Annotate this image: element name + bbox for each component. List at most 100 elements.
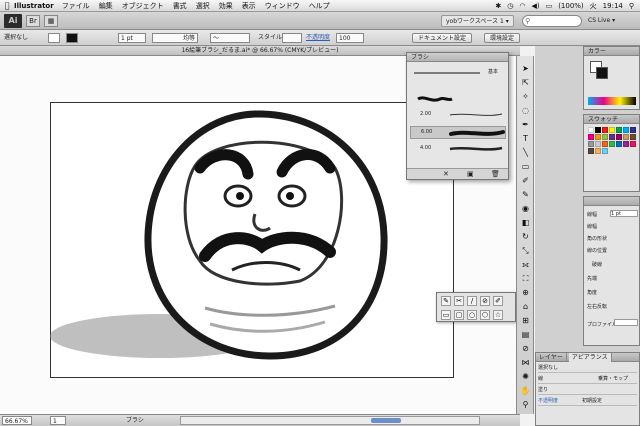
battery-icon[interactable]: ▭ <box>546 2 553 10</box>
eraser-tool-icon[interactable]: ◧ <box>519 216 532 229</box>
app-menu[interactable]: Illustrator <box>14 2 54 10</box>
width-tool-icon[interactable]: ⟗ <box>519 258 532 271</box>
stroke-weight-field[interactable]: 1 pt <box>118 33 146 43</box>
swatch[interactable] <box>588 134 594 140</box>
fill-swatch[interactable] <box>48 33 60 43</box>
opacity-label[interactable]: 不透明度 <box>306 33 330 43</box>
lasso-tool-icon[interactable]: ◌ <box>519 104 532 117</box>
knife-tool-icon[interactable]: / <box>467 296 477 306</box>
apple-icon[interactable]:  <box>0 1 14 10</box>
volume-icon[interactable]: ◀) <box>531 2 539 10</box>
menu-effect[interactable]: 効果 <box>219 1 233 11</box>
graphic-style-picker[interactable] <box>282 33 302 43</box>
swatch[interactable] <box>588 141 594 147</box>
scale-tool-icon[interactable]: ⤡ <box>519 244 532 257</box>
rectangle-tool-icon[interactable]: ▭ <box>441 310 451 320</box>
menu-file[interactable]: ファイル <box>62 1 90 11</box>
menu-edit[interactable]: 編集 <box>99 1 113 11</box>
swatch[interactable] <box>602 148 608 154</box>
stroke-panel-tabs[interactable] <box>584 197 639 206</box>
stroke-swatch[interactable] <box>66 33 78 43</box>
line-tool-icon[interactable]: ╲ <box>519 146 532 159</box>
gradient-tool-icon[interactable]: ▤ <box>519 328 532 341</box>
stroke-weight-input[interactable]: 1 pt <box>610 210 638 217</box>
brush-item-2[interactable]: 6.00 <box>410 126 506 139</box>
blob-brush-tool-icon[interactable]: ◉ <box>519 202 532 215</box>
menu-view[interactable]: 表示 <box>242 1 256 11</box>
rotate-tool-icon[interactable]: ↻ <box>519 230 532 243</box>
color-panel-title[interactable]: カラー <box>584 47 639 56</box>
opacity-field[interactable]: 100 <box>336 33 364 43</box>
appearance-row-opacity[interactable]: 不透明度 初期設定 <box>538 396 637 406</box>
shape-builder-tool-icon[interactable]: ⊕ <box>519 286 532 299</box>
pencil-tool-icon[interactable]: ✎ <box>441 296 451 306</box>
swatch[interactable] <box>623 127 629 133</box>
wifi-icon[interactable]: ◠ <box>519 2 525 10</box>
swatch[interactable] <box>623 134 629 140</box>
scissors-tool-icon[interactable]: ✂ <box>454 296 464 306</box>
menu-object[interactable]: オブジェクト <box>122 1 164 11</box>
type-tool-icon[interactable]: T <box>519 132 532 145</box>
swatch[interactable] <box>616 127 622 133</box>
brush-panel-title[interactable]: ブラシ <box>407 53 508 62</box>
swatch[interactable] <box>595 134 601 140</box>
ellipse-tool-icon[interactable]: ○ <box>467 310 477 320</box>
paintbrush-tool-icon[interactable]: ✐ <box>519 174 532 187</box>
swatch[interactable] <box>623 141 629 147</box>
star-tool-icon[interactable]: ☆ <box>493 310 503 320</box>
brush-item-1[interactable]: 2.00 <box>410 109 506 122</box>
rounded-rect-tool-icon[interactable]: ▢ <box>454 310 464 320</box>
brush-definition[interactable]: 〜 <box>210 33 250 43</box>
swatch[interactable] <box>602 141 608 147</box>
bridge-icon[interactable]: Br <box>26 14 40 27</box>
time-machine-icon[interactable]: ◷ <box>507 2 513 10</box>
profile-select[interactable] <box>614 319 638 326</box>
swatch[interactable] <box>595 127 601 133</box>
horizontal-scrollbar[interactable] <box>180 416 480 425</box>
brush-basic[interactable]: 基本 <box>410 66 506 79</box>
preferences-button[interactable]: 環境設定 <box>484 33 521 43</box>
menu-window[interactable]: ウィンドウ <box>265 1 300 11</box>
menu-type[interactable]: 書式 <box>173 1 187 11</box>
swatch[interactable] <box>609 127 615 133</box>
clock-time[interactable]: 19:14 <box>603 2 623 10</box>
pencil-tool-icon[interactable]: ✎ <box>519 188 532 201</box>
pen-tool-icon[interactable]: ✒ <box>519 118 532 131</box>
stroke-color-box[interactable] <box>596 67 608 79</box>
cs-live-button[interactable]: CS Live ▾ <box>588 15 615 27</box>
symbol-sprayer-tool-icon[interactable]: ✺ <box>519 370 532 383</box>
scrollbar-thumb[interactable] <box>371 418 401 423</box>
rectangle-tool-icon[interactable]: ▭ <box>519 160 532 173</box>
mesh-tool-icon[interactable]: ⊞ <box>519 314 532 327</box>
artboard-number-field[interactable]: 1 <box>50 416 66 425</box>
arrange-documents-icon[interactable]: ▦ <box>44 14 58 27</box>
swatch[interactable] <box>588 148 594 154</box>
brush-item-3[interactable]: 4.00 <box>410 143 506 156</box>
brush-calligraphic-preset[interactable] <box>410 93 506 106</box>
workspace-switcher[interactable]: yobワークスペース 1 ▾ <box>441 15 514 27</box>
swatch[interactable] <box>588 127 594 133</box>
appearance-row-stroke[interactable]: 線 乗算・モップ <box>538 374 637 384</box>
appearance-row-selection[interactable]: 選択なし <box>538 363 637 373</box>
swatch[interactable] <box>602 134 608 140</box>
menu-select[interactable]: 選択 <box>196 1 210 11</box>
swatch[interactable] <box>630 134 636 140</box>
swatch[interactable] <box>616 141 622 147</box>
spotlight-icon[interactable]: ⚲ <box>629 2 634 10</box>
free-transform-tool-icon[interactable]: ⛶ <box>519 272 532 285</box>
perspective-grid-tool-icon[interactable]: ⌂ <box>519 300 532 313</box>
polygon-tool-icon[interactable]: ⬡ <box>480 310 490 320</box>
blend-mode-value[interactable]: 乗算・モップ <box>598 374 628 384</box>
appearance-row-fill[interactable]: 塗り <box>538 385 637 395</box>
blend-tool-icon[interactable]: ⋈ <box>519 356 532 369</box>
delete-brush-icon[interactable]: 🗑 <box>491 170 500 178</box>
document-setup-button[interactable]: ドキュメント設定 <box>412 33 473 43</box>
tab-layers[interactable]: レイヤー <box>536 353 567 362</box>
brush-options-icon[interactable]: ✕ <box>443 170 449 178</box>
zoom-tool-icon[interactable]: ⚲ <box>519 398 532 411</box>
swatch[interactable] <box>630 141 636 147</box>
swatch[interactable] <box>595 148 601 154</box>
search-input[interactable]: ⚲ <box>522 15 582 27</box>
direct-selection-tool-icon[interactable]: ⇱ <box>519 76 532 89</box>
current-tool-status[interactable]: ブラシ <box>126 416 144 425</box>
